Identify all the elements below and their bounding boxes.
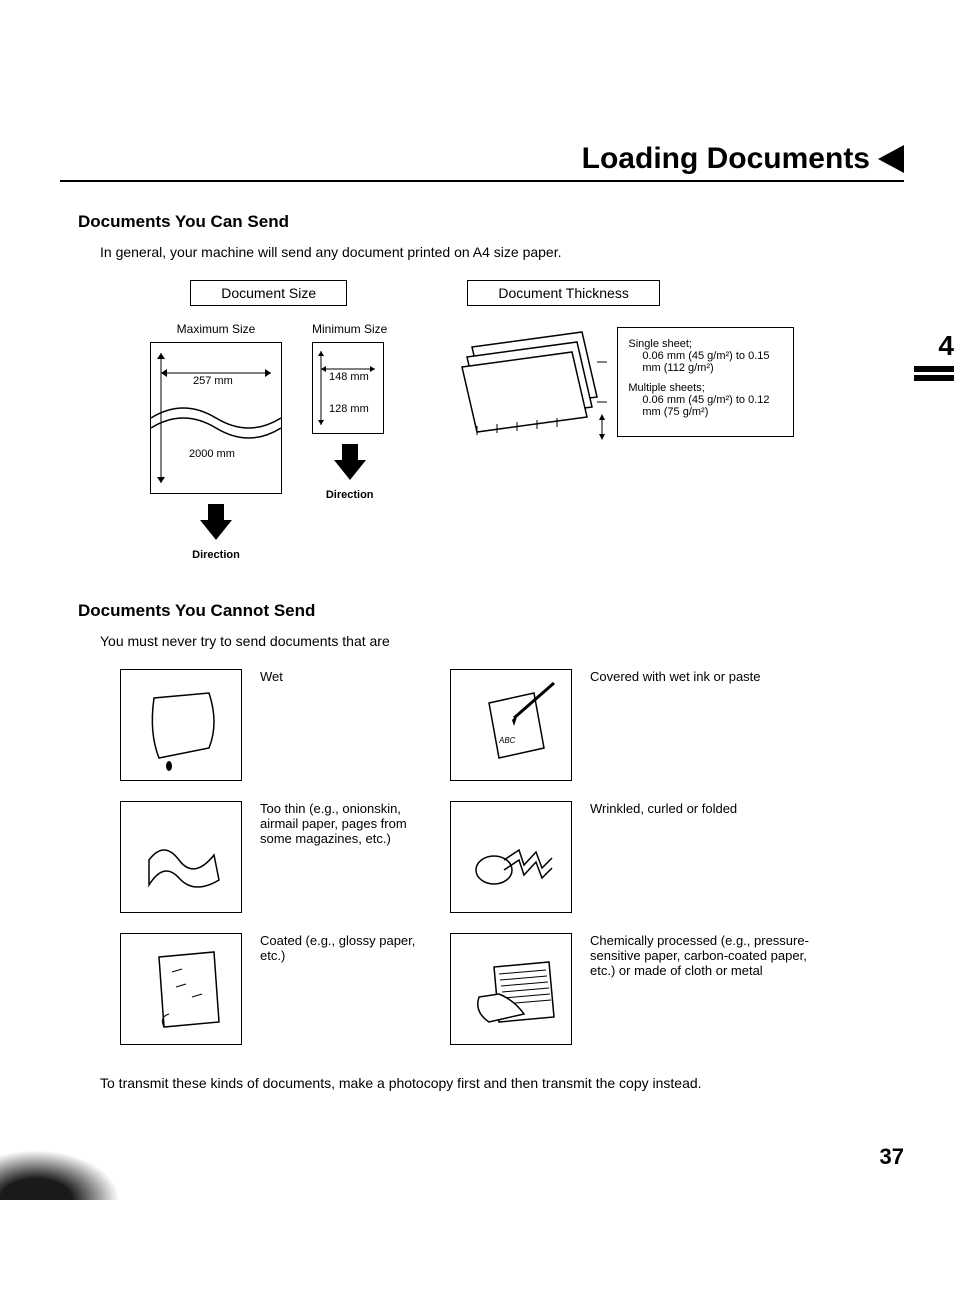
thumb-wet bbox=[120, 669, 242, 781]
document-size-group: Document Size Maximum Size bbox=[150, 280, 387, 561]
chapter-marker: 4 bbox=[914, 330, 954, 381]
multi-sheet-label: Multiple sheets; bbox=[628, 382, 783, 394]
min-size-diagram: 148 mm 128 mm bbox=[312, 342, 384, 434]
direction-label: Direction bbox=[312, 489, 387, 501]
section2-footer: To transmit these kinds of documents, ma… bbox=[100, 1075, 904, 1091]
section2-intro: You must never try to send documents tha… bbox=[100, 633, 904, 649]
cannot-send-grid: Wet ABC Covered with wet ink or paste To… bbox=[120, 669, 904, 1045]
wet-label: Wet bbox=[260, 669, 440, 684]
wet-paper-icon bbox=[134, 678, 229, 773]
max-size-svg bbox=[151, 343, 281, 493]
min-size-label: Minimum Size bbox=[312, 322, 387, 336]
down-arrow-icon bbox=[196, 502, 236, 542]
chapter-bar-icon bbox=[914, 375, 954, 381]
single-sheet-label: Single sheet; bbox=[628, 338, 783, 350]
min-size-svg bbox=[313, 343, 383, 433]
page-title-text: Loading Documents bbox=[582, 142, 870, 176]
doc-size-label: Document Size bbox=[190, 280, 347, 306]
chapter-bar-icon bbox=[914, 366, 954, 372]
thin-label: Too thin (e.g., onionskin, airmail paper… bbox=[260, 801, 440, 846]
wet-ink-icon: ABC bbox=[464, 678, 559, 773]
wrinkled-label: Wrinkled, curled or folded bbox=[590, 801, 820, 816]
max-width-text: 257 mm bbox=[193, 375, 233, 387]
chemical-icon bbox=[464, 942, 559, 1037]
down-arrow-icon bbox=[330, 442, 370, 482]
scan-artifact bbox=[0, 1150, 120, 1200]
thumb-coated bbox=[120, 933, 242, 1045]
coated-label: Coated (e.g., glossy paper, etc.) bbox=[260, 933, 440, 963]
chemical-label: Chemically processed (e.g., pressure-sen… bbox=[590, 933, 820, 978]
wet-ink-label: Covered with wet ink or paste bbox=[590, 669, 820, 684]
thumb-chemical bbox=[450, 933, 572, 1045]
thin-paper-icon bbox=[134, 810, 229, 905]
section-title-can-send: Documents You Can Send bbox=[78, 212, 904, 232]
direction-label: Direction bbox=[150, 549, 282, 561]
thumb-thin bbox=[120, 801, 242, 913]
page-container: Loading Documents 4 Documents You Can Se… bbox=[0, 0, 954, 1200]
document-thickness-group: Document Thickness bbox=[447, 280, 794, 561]
min-size-col: Minimum Size 148 mm 128 mm bbox=[312, 322, 387, 501]
thickness-spec-box: Single sheet; 0.06 mm (45 g/m²) to 0.15 … bbox=[617, 327, 794, 437]
min-width-text: 148 mm bbox=[329, 371, 369, 383]
coated-icon bbox=[134, 942, 229, 1037]
single-sheet-range: 0.06 mm (45 g/m²) to 0.15 mm (112 g/m²) bbox=[642, 350, 783, 374]
min-length-text: 128 mm bbox=[329, 403, 369, 415]
wrinkled-icon bbox=[464, 810, 559, 905]
section-title-cannot-send: Documents You Cannot Send bbox=[78, 601, 904, 621]
thumb-wet-ink: ABC bbox=[450, 669, 572, 781]
section1-intro: In general, your machine will send any d… bbox=[100, 244, 904, 260]
max-size-col: Maximum Size 257 mm bbox=[150, 322, 282, 561]
thumb-wrinkled bbox=[450, 801, 572, 913]
chapter-number: 4 bbox=[914, 330, 954, 362]
page-title: Loading Documents bbox=[582, 142, 904, 176]
triangle-left-icon bbox=[878, 145, 904, 173]
max-size-diagram: 257 mm 2000 mm bbox=[150, 342, 282, 494]
multi-sheet-range: 0.06 mm (45 g/m²) to 0.12 mm (75 g/m²) bbox=[642, 394, 783, 418]
doc-thick-label: Document Thickness bbox=[467, 280, 659, 306]
max-size-label: Maximum Size bbox=[150, 322, 282, 336]
svg-text:ABC: ABC bbox=[498, 736, 516, 745]
max-length-text: 2000 mm bbox=[189, 448, 235, 460]
diagrams-row: Document Size Maximum Size bbox=[150, 280, 904, 561]
page-number: 37 bbox=[880, 1144, 904, 1170]
paper-stack-icon bbox=[447, 322, 607, 442]
header-rule: Loading Documents bbox=[60, 140, 904, 182]
